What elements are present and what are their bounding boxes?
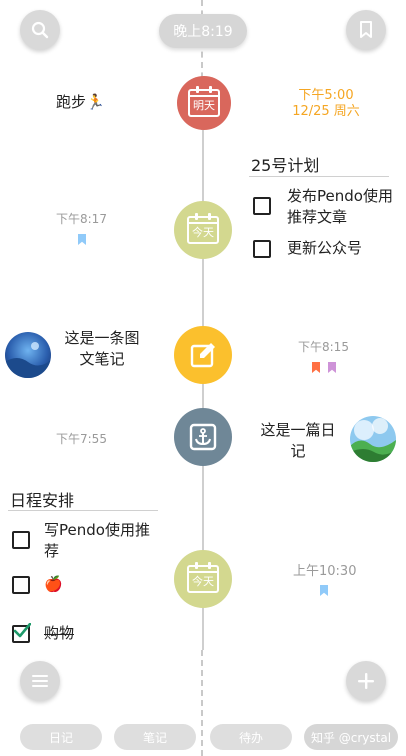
today-node-2[interactable]: 今天 [174,550,232,608]
bookmark-icon [360,21,372,38]
todo-label: 更新公众号 [287,239,363,257]
run-datetime: 下午5:00 12/25 周六 [286,88,366,120]
schedule-divider [8,510,158,511]
tab-todo[interactable]: 待办 [210,724,292,750]
bookmark-tag-icon [312,362,320,373]
node-label-tomorrow: 明天 [193,99,215,112]
plan-title: 25号计划 [251,156,320,175]
todo-label: 🍎 [44,575,63,593]
entry-text-run[interactable]: 跑步🏃 [56,92,105,113]
plan-todo-2[interactable]: 更新公众号 [253,238,362,259]
schedule-todo-2[interactable]: 🍎 [12,574,63,595]
todo-label: 写Pendo使用推 荐 [44,521,150,560]
schedule-todo-1[interactable]: 写Pendo使用推 荐 [12,520,150,562]
tab-diary[interactable]: 日记 [20,724,102,750]
search-icon [31,21,49,39]
tomorrow-node[interactable]: 明天 [177,76,231,130]
menu-icon [32,675,48,687]
plan-todo-1[interactable]: 发布Pendo使用 推荐文章 [253,186,393,228]
checkbox[interactable] [12,531,30,549]
calendar-icon: 今天 [187,562,219,593]
plus-icon [358,673,374,689]
search-button[interactable] [20,10,60,50]
node-label-today: 今天 [192,575,214,588]
run-date: 12/25 周六 [292,104,360,119]
watermark: 知乎 @crystal [304,724,398,750]
tab-notes[interactable]: 笔记 [114,724,196,750]
photo-note-text[interactable]: 这是一条图 文笔记 [62,328,142,370]
diary-image[interactable] [350,416,396,462]
checkbox[interactable] [253,197,271,215]
timeline-dashed-bottom [201,650,203,756]
check-icon [13,623,31,638]
bookmark-tag-icon [320,585,328,596]
node-label-today: 今天 [192,226,214,239]
current-time-pill[interactable]: 晚上8:19 [159,14,247,48]
bookmark-tag-icon [328,362,336,373]
anchor-icon [189,423,217,451]
diary-time: 下午7:55 [56,432,107,446]
plan-time: 下午8:17 [56,212,107,226]
calendar-icon: 今天 [187,213,219,244]
note-node[interactable] [174,326,232,384]
diary-text[interactable]: 这是一篇日 记 [256,420,340,462]
strikethrough [44,634,75,635]
schedule-time: 上午10:30 [293,564,357,579]
add-button[interactable] [346,661,386,701]
todo-label: 发布Pendo使用 推荐文章 [287,187,393,226]
checkbox-checked[interactable] [12,623,31,643]
run-time: 下午5:00 [298,88,354,103]
calendar-icon: 明天 [188,86,220,117]
plan-divider [249,176,389,177]
todo-label-done: 购物 [44,624,75,642]
photo-note-time: 下午8:15 [298,340,349,354]
today-node[interactable]: 今天 [174,201,232,259]
schedule-title: 日程安排 [10,491,75,510]
diary-node[interactable] [174,408,232,466]
schedule-todo-3[interactable]: 购物 [12,623,75,644]
edit-icon [190,343,215,368]
bookmark-tag-icon [78,234,86,245]
checkbox[interactable] [253,240,271,258]
checkbox[interactable] [12,576,30,594]
note-image[interactable] [5,332,51,378]
bookmark-button[interactable] [346,10,386,50]
menu-button[interactable] [20,661,60,701]
